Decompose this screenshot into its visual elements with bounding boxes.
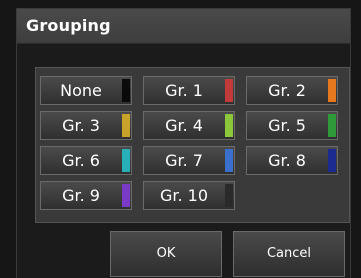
group-button-6[interactable]: Gr. 6: [40, 146, 132, 175]
ok-button[interactable]: OK: [110, 231, 222, 277]
group-label: Gr. 5: [268, 116, 306, 135]
group-button-9[interactable]: Gr. 9: [40, 181, 132, 210]
group-color-swatch: [122, 79, 130, 102]
cancel-button[interactable]: Cancel: [233, 231, 345, 277]
dialog-title: Grouping: [26, 16, 111, 35]
group-button-3[interactable]: Gr. 3: [40, 111, 132, 140]
group-color-swatch: [328, 149, 336, 172]
group-label: Gr. 2: [268, 81, 306, 100]
group-button-4[interactable]: Gr. 4: [143, 111, 235, 140]
group-label: Gr. 3: [62, 116, 100, 135]
group-color-swatch: [225, 79, 233, 102]
group-label: Gr. 6: [62, 151, 100, 170]
group-color-swatch: [122, 184, 130, 207]
group-color-swatch: [328, 79, 336, 102]
group-button-7[interactable]: Gr. 7: [143, 146, 235, 175]
group-label: Gr. 7: [165, 151, 203, 170]
group-button-8[interactable]: Gr. 8: [246, 146, 338, 175]
group-color-swatch: [225, 184, 233, 207]
group-color-swatch: [225, 149, 233, 172]
group-button-1[interactable]: Gr. 1: [143, 76, 235, 105]
group-label: Gr. 10: [159, 186, 209, 205]
group-label: Gr. 9: [62, 186, 100, 205]
group-label: None: [60, 81, 102, 100]
dialog-titlebar: Grouping: [17, 9, 350, 44]
group-label: Gr. 1: [165, 81, 203, 100]
group-button-2[interactable]: Gr. 2: [246, 76, 338, 105]
group-color-swatch: [122, 114, 130, 137]
group-button-5[interactable]: Gr. 5: [246, 111, 338, 140]
group-button-none[interactable]: None: [40, 76, 132, 105]
group-color-swatch: [225, 114, 233, 137]
group-buttons-panel: None Gr. 1 Gr. 2 Gr. 3 Gr. 4 Gr. 5 Gr. 6: [35, 67, 350, 223]
group-color-swatch: [328, 114, 336, 137]
group-button-10[interactable]: Gr. 10: [143, 181, 235, 210]
grouping-dialog: Grouping None Gr. 1 Gr. 2 Gr. 3 Gr. 4 Gr…: [16, 8, 351, 278]
group-color-swatch: [122, 149, 130, 172]
group-label: Gr. 4: [165, 116, 203, 135]
group-label: Gr. 8: [268, 151, 306, 170]
